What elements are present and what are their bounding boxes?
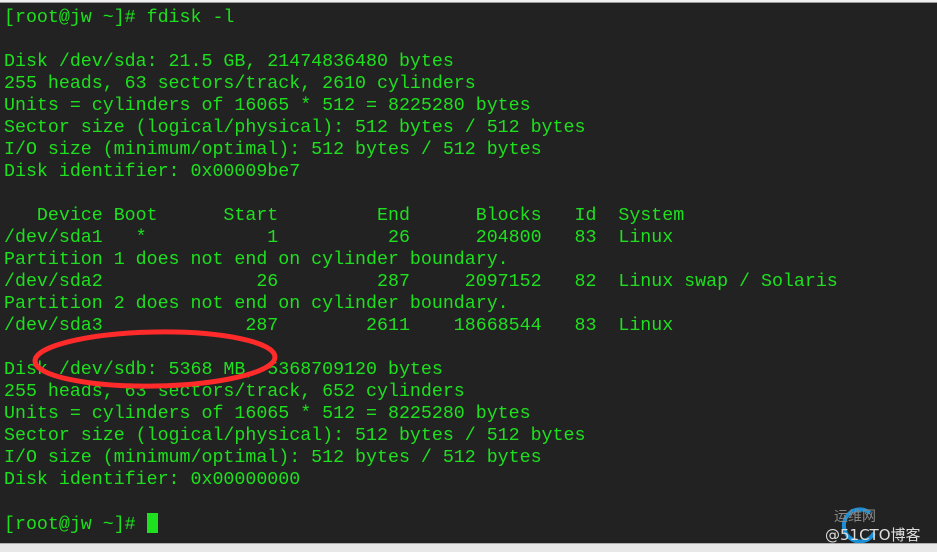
terminal-window[interactable]: [root@jw ~]# fdisk -l Disk /dev/sda: 21.5…: [0, 2, 937, 544]
watermark-text: 运维网: [834, 509, 876, 525]
red-circle-annotation: [32, 329, 278, 389]
watermark-caption: @51CTO博客: [825, 526, 921, 544]
